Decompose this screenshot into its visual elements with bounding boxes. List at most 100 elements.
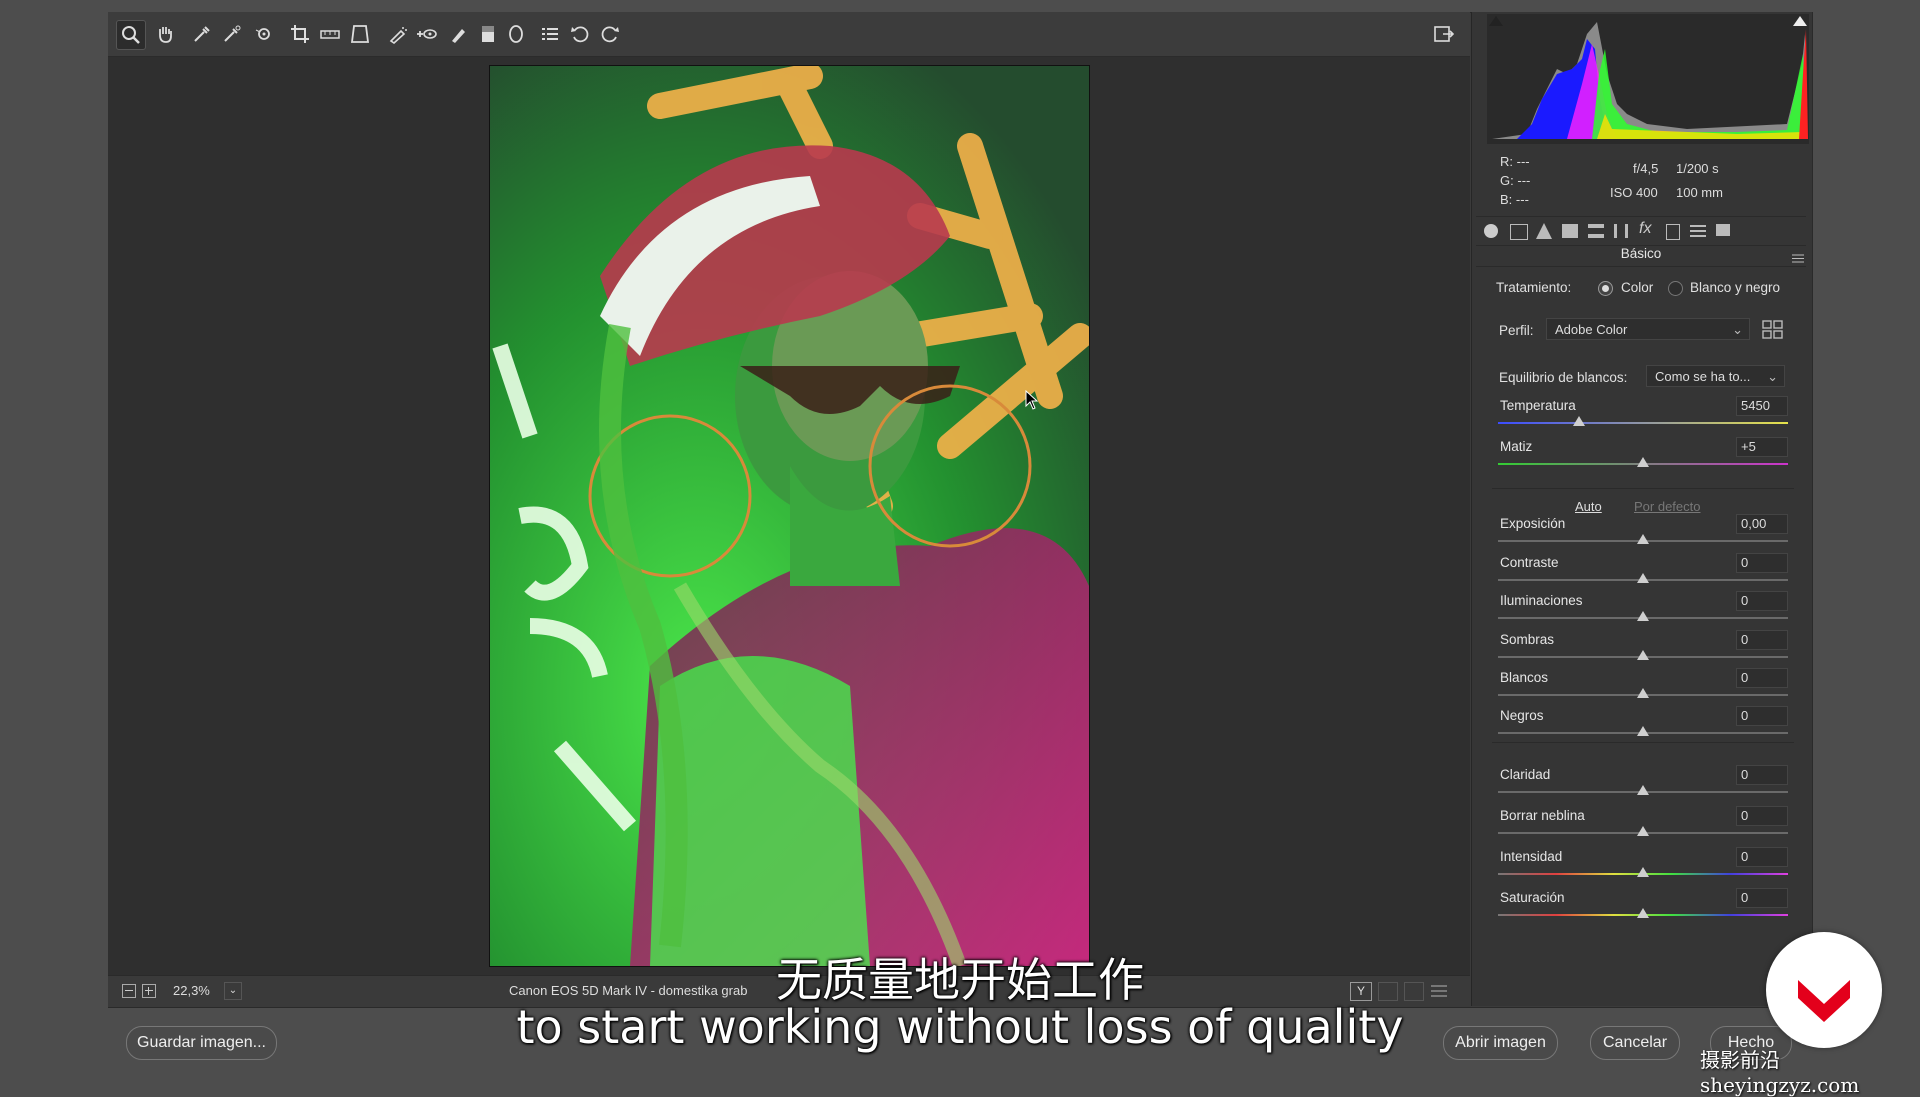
slider-thumb[interactable] [1637, 611, 1649, 621]
color-radio-label: Color [1621, 280, 1654, 295]
slider-sombras[interactable]: Sombras 0 [1498, 630, 1790, 670]
hsl-tab-icon[interactable] [1562, 224, 1578, 238]
slider-contraste[interactable]: Contraste 0 [1498, 553, 1790, 593]
slider-label: Claridad [1500, 767, 1551, 782]
treatment-label: Tratamiento: [1496, 280, 1572, 295]
slider-value-field[interactable]: 0 [1736, 888, 1788, 908]
calibration-tab-icon[interactable] [1666, 224, 1680, 240]
color-sampler-icon[interactable] [218, 20, 246, 48]
slider-exposición[interactable]: Exposición 0,00 [1498, 514, 1790, 554]
domestika-logo [1766, 932, 1882, 1048]
slider-claridad[interactable]: Claridad 0 [1498, 765, 1790, 805]
divider [1492, 742, 1794, 743]
slider-thumb[interactable] [1637, 908, 1649, 918]
watermark: 摄影前沿 sheyingzyz.com [1700, 1048, 1860, 1097]
profile-browser-icon[interactable] [1762, 320, 1784, 340]
slider-matiz[interactable]: Matiz +5 [1498, 437, 1790, 477]
slider-thumb[interactable] [1637, 534, 1649, 544]
radial-filter-icon[interactable] [502, 20, 530, 48]
rotate-left-icon[interactable] [566, 20, 594, 48]
slider-value-field[interactable]: 0,00 [1736, 514, 1788, 534]
slider-saturación[interactable]: Saturación 0 [1498, 888, 1790, 928]
aperture: f/4,5 [1633, 161, 1659, 176]
slider-label: Borrar neblina [1500, 808, 1585, 823]
panel-tabs: fx [1476, 216, 1806, 246]
slider-blancos[interactable]: Blancos 0 [1498, 668, 1790, 708]
slider-value-field[interactable]: 0 [1736, 668, 1788, 688]
preview-image [489, 65, 1090, 967]
transform-icon[interactable] [346, 20, 374, 48]
slider-thumb[interactable] [1573, 416, 1586, 426]
profile-select[interactable]: Adobe Color ⌄ [1546, 318, 1750, 340]
hand-tool-icon[interactable] [151, 20, 179, 48]
slider-thumb[interactable] [1637, 726, 1649, 736]
list-icon[interactable] [536, 20, 564, 48]
tone-curve-tab-icon[interactable] [1510, 224, 1528, 240]
profile-label: Perfil: [1499, 323, 1534, 338]
slider-value-field[interactable]: 0 [1736, 553, 1788, 573]
fullscreen-icon[interactable] [1430, 20, 1458, 48]
slider-borrar-neblina[interactable]: Borrar neblina 0 [1498, 806, 1790, 846]
slider-value-field[interactable]: 0 [1736, 765, 1788, 785]
zoom-tool-icon[interactable] [116, 20, 146, 50]
spot-removal-icon[interactable] [384, 20, 412, 48]
slider-temperatura[interactable]: Temperatura 5450 [1498, 396, 1790, 436]
slider-thumb[interactable] [1637, 867, 1649, 877]
bw-radio-label: Blanco y negro [1690, 280, 1781, 295]
toolbar [108, 12, 1470, 57]
slider-label: Iluminaciones [1500, 593, 1583, 608]
slider-label: Exposición [1500, 516, 1566, 531]
iso: ISO 400 [1610, 185, 1658, 200]
slider-label: Intensidad [1500, 849, 1563, 864]
snapshots-tab-icon[interactable] [1716, 224, 1730, 236]
panel-menu-icon[interactable] [1792, 250, 1804, 263]
slider-thumb[interactable] [1637, 573, 1649, 583]
histogram [1487, 14, 1809, 144]
slider-label: Contraste [1500, 555, 1559, 570]
slider-thumb[interactable] [1637, 785, 1649, 795]
wb-select[interactable]: Como se ha to... ⌄ [1646, 365, 1785, 387]
split-toning-tab-icon[interactable] [1588, 224, 1604, 238]
slider-value-field[interactable]: 0 [1736, 806, 1788, 826]
slider-iluminaciones[interactable]: Iluminaciones 0 [1498, 591, 1790, 631]
slider-value-field[interactable]: 0 [1736, 706, 1788, 726]
auto-link[interactable]: Auto [1575, 499, 1602, 514]
lens-tab-icon[interactable] [1614, 224, 1628, 238]
mouse-cursor-icon [1025, 390, 1039, 410]
red-eye-icon[interactable] [412, 20, 440, 48]
slider-thumb[interactable] [1637, 826, 1649, 836]
slider-value-field[interactable]: 5450 [1736, 396, 1788, 416]
default-link[interactable]: Por defecto [1634, 499, 1701, 514]
adjustment-brush-icon[interactable] [444, 20, 472, 48]
slider-thumb[interactable] [1637, 457, 1649, 467]
effects-tab-icon[interactable]: fx [1639, 220, 1651, 238]
shutter-speed: 1/200 s [1676, 161, 1719, 176]
slider-label: Temperatura [1500, 398, 1576, 413]
highlight-clipping-icon[interactable] [1793, 16, 1807, 26]
presets-tab-icon[interactable] [1690, 224, 1706, 238]
graduated-filter-icon[interactable] [474, 20, 502, 48]
slider-intensidad[interactable]: Intensidad 0 [1498, 847, 1790, 887]
slider-negros[interactable]: Negros 0 [1498, 706, 1790, 746]
slider-label: Negros [1500, 708, 1544, 723]
slider-track[interactable] [1498, 422, 1788, 424]
shadow-clipping-icon[interactable] [1489, 16, 1503, 26]
slider-value-field[interactable]: 0 [1736, 591, 1788, 611]
color-radio[interactable] [1598, 281, 1613, 296]
straighten-icon[interactable] [316, 20, 344, 48]
slider-value-field[interactable]: 0 [1736, 630, 1788, 650]
slider-thumb[interactable] [1637, 688, 1649, 698]
detail-tab-icon[interactable] [1536, 223, 1552, 239]
targeted-adjustment-icon[interactable] [250, 20, 278, 48]
white-balance-icon[interactable] [188, 20, 216, 48]
rgb-readout: R: --- G: --- B: --- [1500, 154, 1531, 207]
rotate-right-icon[interactable] [596, 20, 624, 48]
panel-title: Básico [1476, 246, 1806, 267]
bw-radio[interactable] [1668, 281, 1683, 296]
basic-tab-icon[interactable] [1484, 224, 1498, 238]
slider-value-field[interactable]: 0 [1736, 847, 1788, 867]
slider-value-field[interactable]: +5 [1736, 437, 1788, 457]
slider-thumb[interactable] [1637, 650, 1649, 660]
crop-icon[interactable] [286, 20, 314, 48]
slider-label: Sombras [1500, 632, 1555, 647]
